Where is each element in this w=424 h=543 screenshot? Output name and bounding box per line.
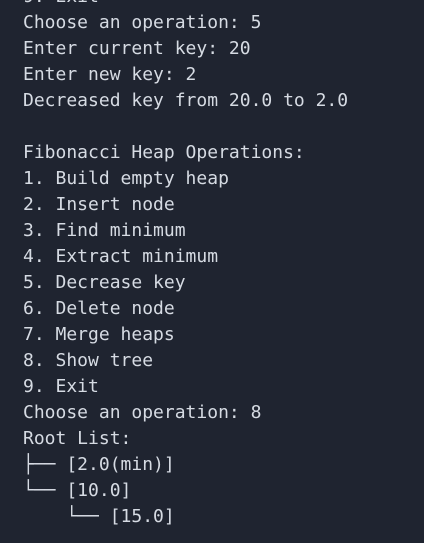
terminal-line: └── [15.0] xyxy=(23,506,175,527)
terminal-output: 9. Exit Choose an operation: 5 Enter cur… xyxy=(23,0,348,530)
terminal-line: 2. Insert node xyxy=(23,194,175,215)
terminal-line: └── [10.0] xyxy=(23,480,132,501)
terminal-line: 9. Exit xyxy=(23,376,99,397)
terminal-line: Fibonacci Heap Operations: xyxy=(23,142,305,163)
terminal-line: ├── [2.0(min)] xyxy=(23,454,175,475)
terminal-line: 9. Exit xyxy=(23,0,348,10)
terminal-line: Choose an operation: 8 xyxy=(23,402,262,423)
terminal-line: Root List: xyxy=(23,428,132,449)
terminal-line: 6. Delete node xyxy=(23,298,175,319)
terminal-line: 5. Decrease key xyxy=(23,272,186,293)
terminal-line: 4. Extract minimum xyxy=(23,246,219,267)
terminal-line: 7. Merge heaps xyxy=(23,324,175,345)
terminal-window[interactable]: 9. Exit Choose an operation: 5 Enter cur… xyxy=(0,0,424,543)
terminal-line: Enter current key: 20 xyxy=(23,38,251,59)
terminal-line: Decreased key from 20.0 to 2.0 xyxy=(23,90,349,111)
terminal-line: Enter new key: 2 xyxy=(23,64,197,85)
terminal-line: Choose an operation: 5 xyxy=(23,12,262,33)
terminal-line: 3. Find minimum xyxy=(23,220,186,241)
terminal-line: 1. Build empty heap xyxy=(23,168,229,189)
terminal-line: 8. Show tree xyxy=(23,350,154,371)
